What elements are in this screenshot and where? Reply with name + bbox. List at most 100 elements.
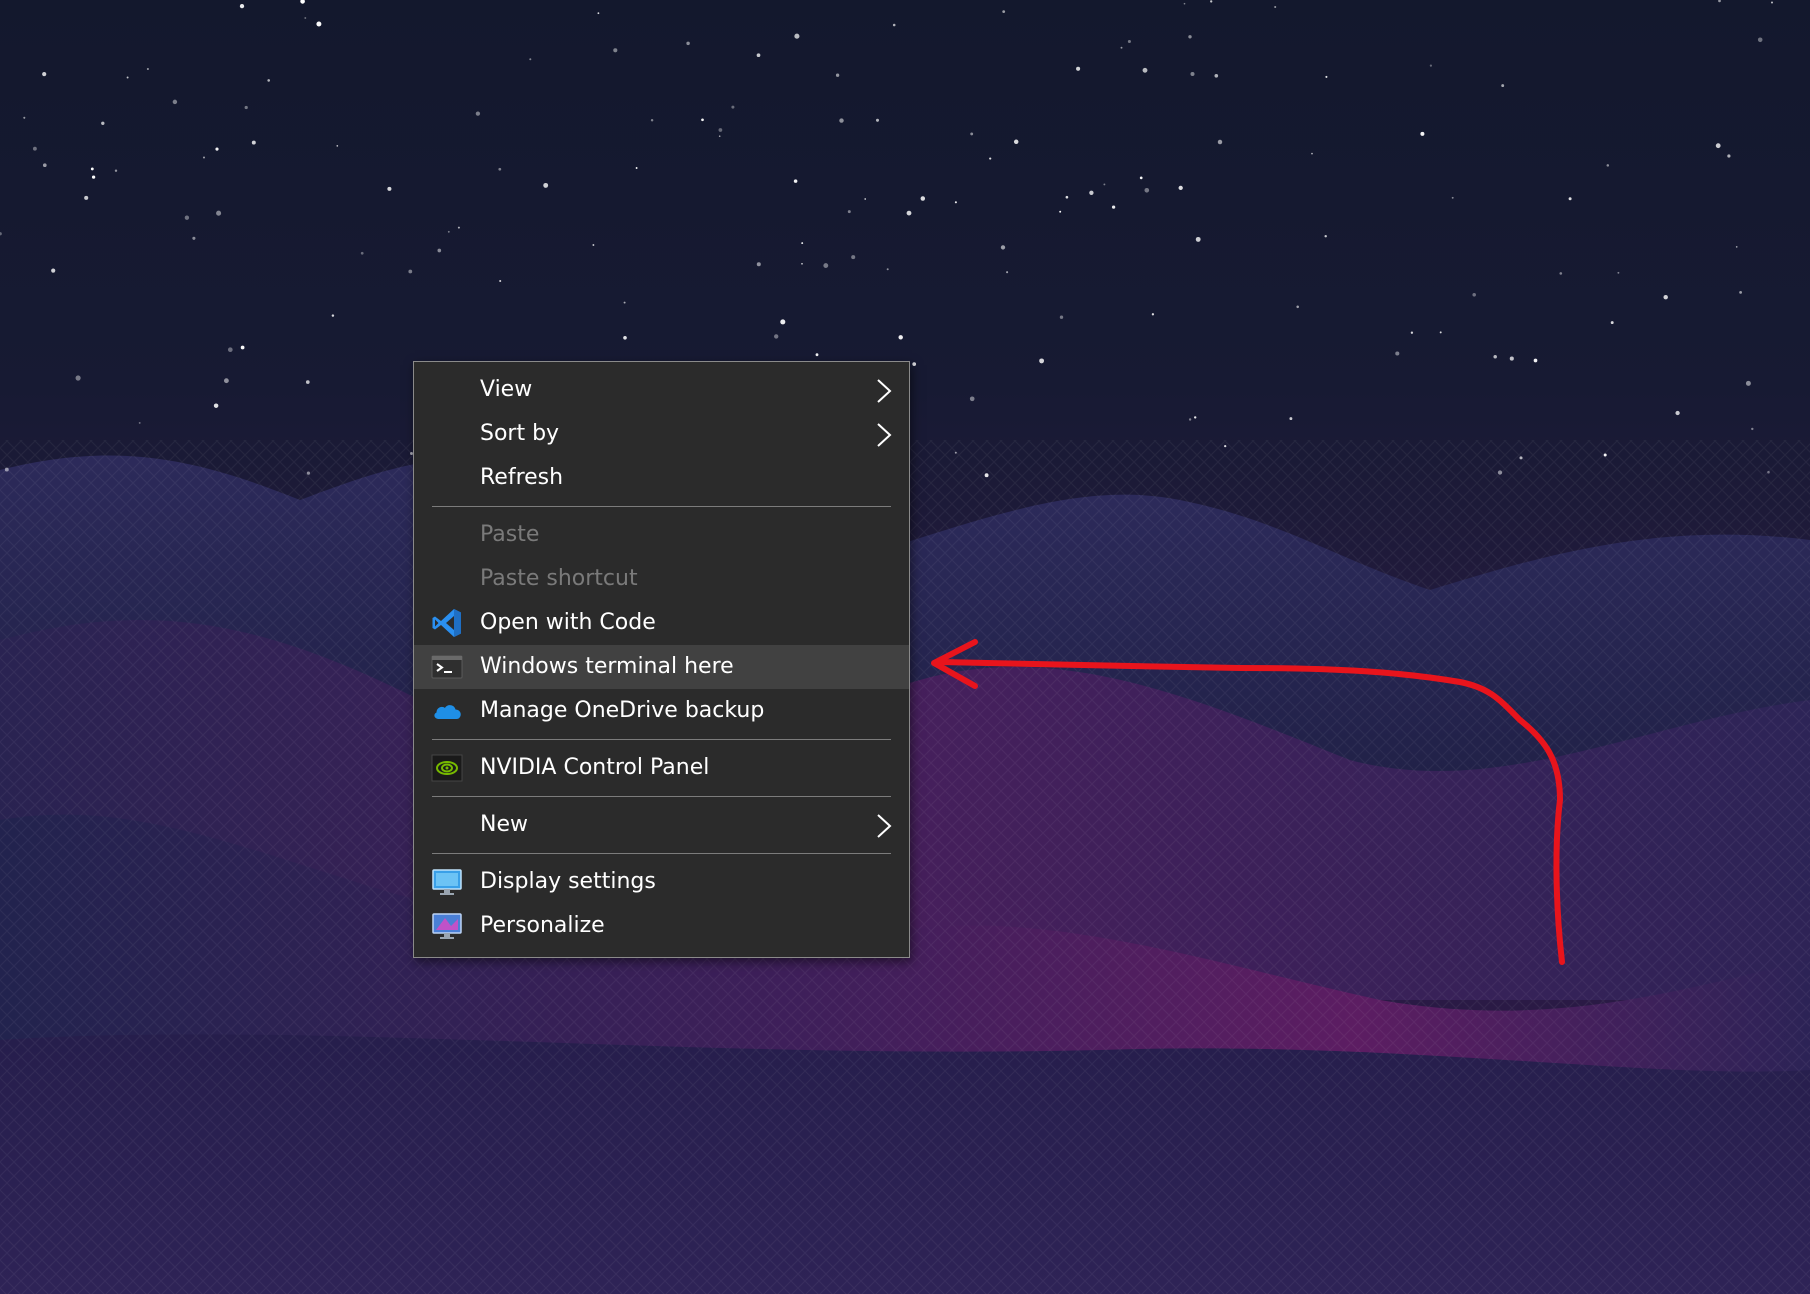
menu-item-label: Manage OneDrive backup: [480, 698, 765, 723]
star: [101, 121, 105, 125]
star: [756, 53, 761, 58]
star: [1718, 0, 1721, 3]
menu-item-label: Display settings: [480, 869, 656, 894]
star: [475, 111, 481, 116]
star: [892, 23, 896, 27]
star: [875, 118, 880, 122]
star: [886, 268, 889, 271]
nvidia-icon: [431, 752, 463, 784]
star: [447, 230, 450, 233]
star: [756, 262, 761, 267]
star: [1224, 444, 1227, 448]
star: [1603, 453, 1607, 457]
menu-item-display-settings[interactable]: Display settings: [414, 860, 909, 904]
star: [1214, 73, 1219, 78]
menu-item-sort-by[interactable]: Sort by: [414, 412, 909, 456]
star: [1324, 234, 1327, 238]
menu-item-windows-terminal-here[interactable]: Windows terminal here: [414, 645, 909, 689]
star: [529, 58, 532, 61]
star: [1127, 39, 1131, 44]
star: [42, 163, 47, 168]
star: [1429, 64, 1432, 67]
star: [457, 226, 460, 229]
star: [1617, 271, 1620, 274]
star: [1190, 71, 1195, 77]
star: [32, 146, 37, 151]
menu-separator: [414, 500, 909, 513]
menu-item-refresh[interactable]: Refresh: [414, 456, 909, 500]
star: [1727, 154, 1731, 158]
star: [336, 145, 339, 147]
star: [774, 334, 779, 339]
star: [954, 451, 957, 454]
star: [1311, 152, 1313, 155]
star: [794, 33, 800, 39]
star: [1065, 195, 1069, 199]
star: [635, 167, 638, 169]
star: [1493, 354, 1497, 359]
star: [686, 41, 690, 46]
star: [437, 248, 442, 253]
star: [1767, 470, 1770, 474]
star: [1139, 176, 1143, 180]
star: [592, 244, 595, 246]
menu-item-nvidia-control-panel[interactable]: NVIDIA Control Panel: [414, 746, 909, 790]
star: [0, 232, 2, 236]
star: [1120, 46, 1123, 49]
star: [408, 269, 413, 274]
chevron-right-icon: [877, 423, 892, 447]
star: [1771, 1, 1773, 4]
menu-item-label: Refresh: [480, 465, 564, 490]
star: [898, 335, 903, 340]
menu-item-paste-shortcut[interactable]: Paste shortcut: [414, 557, 909, 601]
star: [305, 380, 310, 384]
star: [780, 319, 786, 325]
menu-item-personalize[interactable]: Personalize: [414, 904, 909, 948]
star: [1195, 236, 1201, 242]
star: [835, 73, 840, 77]
menu-item-paste[interactable]: Paste: [414, 513, 909, 557]
star: [1274, 5, 1277, 9]
star: [1606, 164, 1610, 167]
menu-item-open-with-code[interactable]: Open with Code: [414, 601, 909, 645]
star: [316, 21, 322, 27]
star: [1296, 305, 1299, 309]
star: [126, 76, 129, 79]
star: [360, 251, 364, 255]
menu-item-new[interactable]: New: [414, 803, 909, 847]
menu-item-view[interactable]: View: [414, 368, 909, 412]
star: [543, 182, 549, 188]
menu-item-label: Paste shortcut: [480, 566, 638, 591]
star: [300, 0, 305, 4]
star: [213, 403, 219, 408]
star: [1142, 67, 1148, 73]
star: [51, 268, 56, 273]
menu-item-label: View: [480, 377, 533, 402]
menu-item-manage-onedrive-backup[interactable]: Manage OneDrive backup: [414, 689, 909, 733]
star: [1076, 66, 1081, 71]
star: [23, 116, 26, 119]
star: [1144, 187, 1150, 193]
star: [1559, 272, 1563, 275]
star: [192, 236, 196, 240]
star: [138, 421, 141, 424]
star: [1217, 139, 1223, 145]
star: [801, 242, 804, 245]
star: [718, 128, 723, 132]
menu-item-label: Paste: [480, 522, 540, 547]
star: [1751, 427, 1754, 431]
star: [114, 169, 118, 172]
star: [172, 99, 178, 105]
star: [1509, 356, 1514, 361]
star: [823, 263, 829, 269]
star: [1059, 315, 1064, 319]
desktop[interactable]: View Sort by Refresh Paste Paste shortcu…: [0, 0, 1810, 1294]
star: [387, 186, 392, 191]
star: [1178, 185, 1183, 191]
star: [989, 157, 992, 160]
menu-separator: [414, 790, 909, 803]
star: [1745, 380, 1751, 386]
star: [1183, 2, 1186, 5]
star: [623, 335, 627, 340]
star: [1663, 294, 1668, 300]
